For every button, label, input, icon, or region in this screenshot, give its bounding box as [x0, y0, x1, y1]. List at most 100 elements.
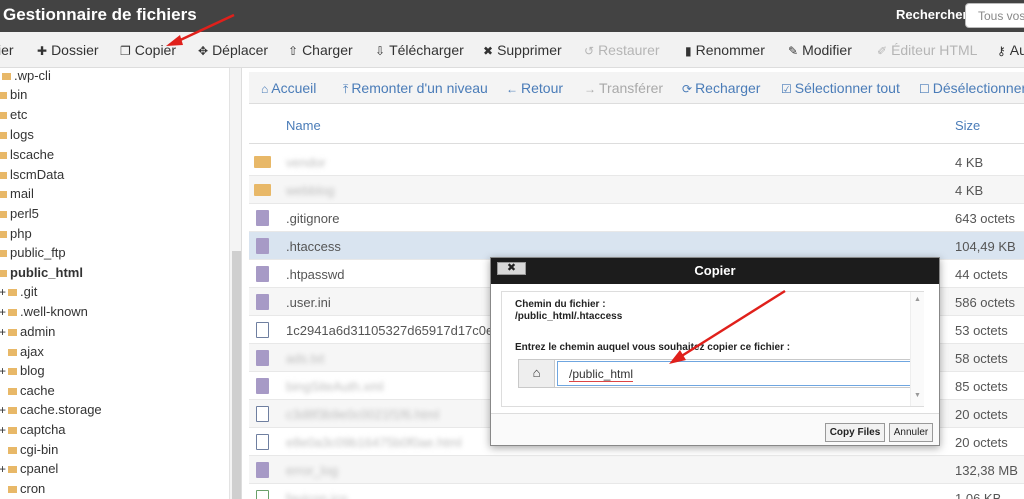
- tree-item-selected[interactable]: public_html: [0, 265, 83, 284]
- toolbar-label: Éditeur HTML: [891, 42, 978, 58]
- toolbar-label: Copier: [134, 42, 177, 58]
- tree-item[interactable]: + .git: [0, 284, 37, 303]
- reload-button[interactable]: ⟳ Recharger: [682, 80, 760, 96]
- toolbar-label: Supprimer: [497, 42, 562, 58]
- file-size: 85 octets: [955, 379, 1008, 394]
- tree-item-label: mail: [10, 186, 34, 201]
- forward-button[interactable]: → Transférer: [584, 80, 663, 96]
- dialog-title: Copier: [694, 263, 736, 278]
- tree-item[interactable]: php: [0, 226, 32, 245]
- toolbar-label: Restaurer: [598, 42, 660, 58]
- select-all-button[interactable]: ☑ Sélectionner tout: [781, 80, 900, 96]
- tree-item[interactable]: lscmData: [0, 167, 64, 186]
- tree-item-label: cache.storage: [20, 402, 102, 417]
- html-editor-button[interactable]: ✐ Éditeur HTML: [877, 42, 977, 58]
- title-bar: Gestionnaire de fichiers Rechercher Tous…: [0, 0, 1024, 32]
- tree-item-label: public_html: [10, 265, 83, 280]
- tree-item-label: perl5: [10, 206, 39, 221]
- dialog-scrollbar[interactable]: ▲ ▼: [910, 292, 924, 406]
- tree-item[interactable]: .wp-cli: [2, 68, 51, 87]
- new-folder-button[interactable]: ✚ Dossier: [37, 42, 99, 58]
- name-column-header[interactable]: Name: [286, 118, 321, 133]
- restore-icon: ↺: [584, 44, 595, 58]
- toolbar-fichier-button[interactable]: ier: [0, 42, 14, 58]
- tree-item[interactable]: bin: [0, 87, 27, 106]
- tree-item[interactable]: + .well-known: [0, 304, 88, 323]
- table-row[interactable]: .gitignore 643 octets: [249, 204, 1024, 232]
- home-button[interactable]: ⌂ Accueil: [261, 80, 316, 96]
- file-name: .htaccess: [286, 239, 341, 254]
- nav-label: Recharger: [695, 80, 761, 96]
- table-row-selected[interactable]: .htaccess 104,49 KB: [249, 232, 1024, 260]
- tree-item[interactable]: mail: [0, 186, 34, 205]
- tree-item[interactable]: perl5: [0, 206, 39, 225]
- tree-item-label: public_ftp: [10, 245, 66, 260]
- expand-icon[interactable]: +: [0, 462, 7, 476]
- download-button[interactable]: ⇩ Télécharger: [375, 42, 464, 58]
- arrow-right-icon: →: [584, 82, 596, 96]
- tree-item[interactable]: cron: [8, 481, 45, 499]
- expand-icon[interactable]: +: [0, 423, 7, 437]
- size-column-header[interactable]: Size: [955, 118, 980, 133]
- tree-item[interactable]: lscache: [0, 147, 54, 166]
- back-button[interactable]: ← Retour: [506, 80, 563, 96]
- folder-tree: .wp-cli bin etc logs lscache lscmData ma…: [0, 68, 242, 499]
- tree-item[interactable]: + blog: [0, 363, 45, 382]
- tree-item[interactable]: public_ftp: [0, 245, 66, 264]
- expand-icon[interactable]: +: [0, 325, 7, 339]
- expand-icon[interactable]: +: [0, 285, 7, 299]
- up-one-level-button[interactable]: ⤒ Remonter d'un niveau: [343, 80, 488, 97]
- upload-icon: ⇧: [288, 44, 299, 58]
- file-size: 1,06 KB: [955, 491, 1002, 499]
- deselect-all-button[interactable]: ☐ Désélectionner: [919, 80, 1024, 96]
- tree-item[interactable]: + cpanel: [0, 461, 58, 480]
- table-row[interactable]: webblog 4 KB: [249, 176, 1024, 204]
- destination-path-input[interactable]: /public_html: [557, 361, 911, 386]
- folder-icon: [0, 250, 7, 258]
- restore-button[interactable]: ↺ Restaurer: [584, 42, 660, 58]
- permissions-button[interactable]: ⚷ Au: [997, 42, 1024, 58]
- expand-icon[interactable]: +: [0, 364, 7, 378]
- copy-button[interactable]: ❐ Copier: [120, 42, 176, 58]
- tree-item[interactable]: + captcha: [0, 422, 66, 441]
- home-icon: ⌂: [261, 82, 269, 96]
- nav-label: Accueil: [271, 80, 317, 96]
- tree-item[interactable]: logs: [0, 127, 34, 146]
- tree-item[interactable]: cache: [8, 383, 55, 402]
- tree-scrollbar[interactable]: [229, 68, 241, 499]
- cancel-button[interactable]: Annuler: [889, 423, 933, 442]
- move-button[interactable]: ✥ Déplacer: [198, 42, 268, 58]
- delete-button[interactable]: ✖ Supprimer: [483, 42, 562, 58]
- tree-item-label: php: [10, 226, 32, 241]
- file-icon: [256, 378, 269, 394]
- code-file-icon: [256, 406, 269, 422]
- table-row[interactable]: error_log 132,38 MB: [249, 456, 1024, 484]
- tree-item-label: etc: [10, 107, 28, 122]
- table-row[interactable]: favicon.ico 1,06 KB: [249, 484, 1024, 499]
- tree-item[interactable]: + cache.storage: [0, 402, 102, 421]
- file-name: .htpasswd: [286, 267, 345, 282]
- scroll-down-icon[interactable]: ▼: [914, 392, 921, 399]
- edit-button[interactable]: ✎ Modifier: [788, 42, 852, 58]
- copy-files-button[interactable]: Copy Files: [825, 423, 885, 442]
- search-scope-select[interactable]: Tous vos: [965, 3, 1024, 28]
- tree-item[interactable]: cgi-bin: [8, 442, 58, 461]
- tree-item-label: cron: [20, 481, 46, 496]
- file-name: .gitignore: [286, 211, 340, 226]
- rename-button[interactable]: ▮ Renommer: [685, 42, 765, 58]
- tree-item[interactable]: + admin: [0, 324, 55, 343]
- close-icon[interactable]: ✖: [497, 262, 526, 275]
- tree-item[interactable]: etc: [0, 107, 27, 126]
- table-row[interactable]: vendor 4 KB: [249, 148, 1024, 176]
- file-icon: ▮: [685, 44, 692, 58]
- expand-icon[interactable]: +: [0, 403, 7, 417]
- tree-item[interactable]: ajax: [8, 344, 44, 363]
- expand-icon[interactable]: +: [0, 305, 7, 319]
- upload-button[interactable]: ⇧ Charger: [288, 42, 353, 58]
- scrollbar-thumb[interactable]: [232, 251, 241, 499]
- scroll-up-icon[interactable]: ▲: [914, 296, 921, 303]
- toolbar: ier ✚Dossier ❐Copier ✥Déplacer ⇧Charger …: [0, 32, 1024, 68]
- code-file-icon: [256, 322, 269, 338]
- toolbar-label: Déplacer: [212, 42, 269, 58]
- dialog-body: Chemin du fichier : /public_html/.htacce…: [501, 291, 924, 407]
